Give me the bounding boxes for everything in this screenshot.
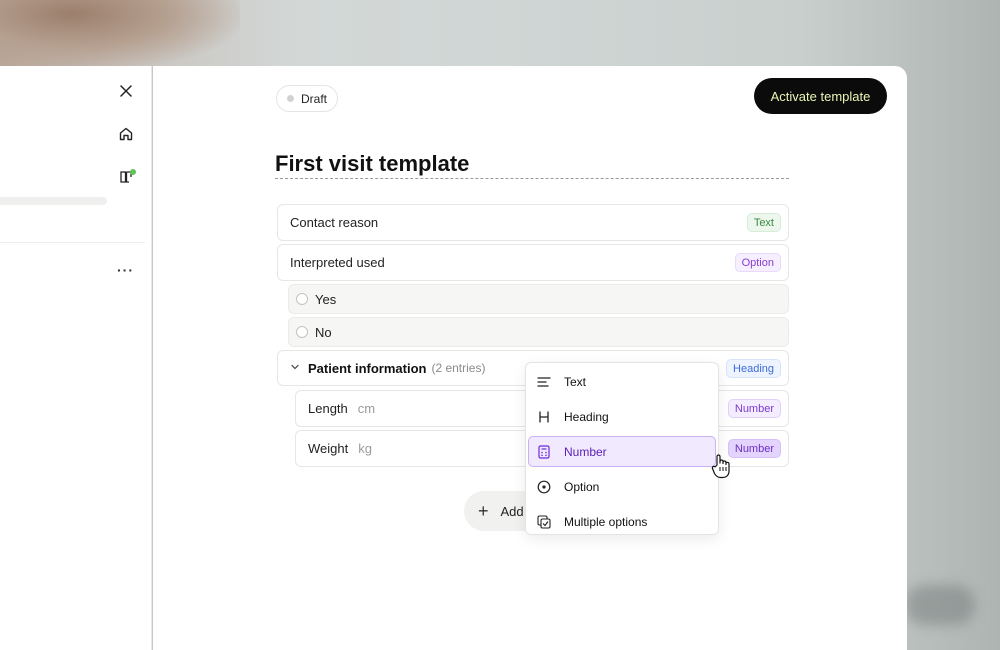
background-blur xyxy=(0,0,240,70)
calculator-icon xyxy=(536,444,552,460)
type-tag-heading: Heading xyxy=(726,359,781,378)
checkbox-stack-icon xyxy=(536,514,552,530)
left-panel: ··· xyxy=(0,66,152,650)
option-row-no[interactable]: No xyxy=(288,317,789,347)
radio-icon xyxy=(296,326,308,338)
background-shadow xyxy=(905,585,975,625)
type-tag-text: Text xyxy=(746,213,781,232)
sidebar-divider xyxy=(0,242,145,243)
type-tag-number: Number xyxy=(727,399,781,418)
plus-icon: + xyxy=(478,500,489,521)
field-label: Interpreted used xyxy=(290,255,385,270)
field-row-interpreted-used[interactable]: Interpreted used Option xyxy=(277,244,789,281)
field-type-menu: Text Heading Number Option Multiple opti… xyxy=(525,362,719,535)
home-icon[interactable] xyxy=(116,124,136,144)
field-unit: cm xyxy=(357,401,376,416)
menu-item-option[interactable]: Option xyxy=(528,471,716,502)
field-label: Length xyxy=(308,401,348,416)
field-label: Contact reason xyxy=(290,215,379,230)
radio-icon xyxy=(536,479,552,495)
option-label: No xyxy=(315,324,332,340)
option-label: Yes xyxy=(315,291,337,307)
status-badge: Draft xyxy=(276,85,339,112)
menu-item-text[interactable]: Text xyxy=(528,366,716,397)
type-tag-option: Option xyxy=(734,253,781,272)
type-tag-number: Number xyxy=(727,439,781,458)
status-label: Draft xyxy=(301,91,328,106)
menu-item-label: Option xyxy=(564,479,600,494)
hand-cursor-icon xyxy=(711,454,730,479)
section-title: Patient information xyxy=(308,360,427,376)
option-row-yes[interactable]: Yes xyxy=(288,284,789,314)
radio-icon xyxy=(296,293,308,305)
notification-dot xyxy=(130,169,136,175)
close-icon[interactable] xyxy=(116,81,136,101)
template-editor: Draft Activate template First visit temp… xyxy=(153,66,907,650)
chevron-down-icon[interactable] xyxy=(290,362,300,375)
menu-item-heading[interactable]: Heading xyxy=(528,401,716,432)
field-unit: kg xyxy=(358,441,372,456)
menu-item-number[interactable]: Number xyxy=(528,436,716,467)
sidebar-placeholder-bar xyxy=(0,197,107,205)
menu-item-multiple-options[interactable]: Multiple options xyxy=(528,506,716,537)
add-label: Add xyxy=(500,503,524,519)
menu-item-label: Multiple options xyxy=(564,514,648,529)
status-dot xyxy=(287,95,294,102)
menu-item-label: Text xyxy=(564,374,587,389)
menu-item-label: Number xyxy=(564,444,607,459)
more-icon[interactable]: ··· xyxy=(117,262,134,278)
heading-icon xyxy=(536,409,552,425)
text-lines-icon xyxy=(536,374,552,390)
page-title[interactable]: First visit template xyxy=(275,151,789,179)
field-label: Weight xyxy=(308,441,349,456)
field-row-contact-reason[interactable]: Contact reason Text xyxy=(277,204,789,241)
activate-template-button[interactable]: Activate template xyxy=(754,78,887,114)
menu-item-label: Heading xyxy=(564,409,609,424)
section-entry-count: (2 entries) xyxy=(431,361,486,375)
